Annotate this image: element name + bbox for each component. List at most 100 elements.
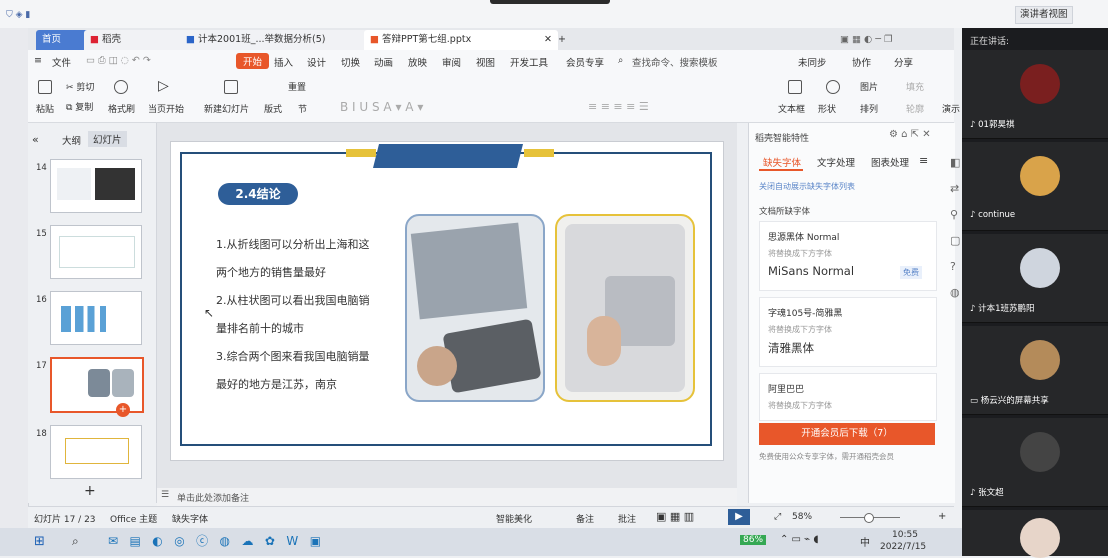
menu-icon[interactable]: ≡ xyxy=(34,55,42,66)
download-button[interactable]: 开通会员后下载（7） xyxy=(759,423,935,445)
menu-developer[interactable]: 开发工具 xyxy=(510,55,548,69)
ime-indicator[interactable]: 中 xyxy=(860,534,870,549)
slide-thumbnail[interactable] xyxy=(50,291,142,345)
participant-tile[interactable]: ▭ 杨云兴的屏幕共享 xyxy=(962,326,1108,415)
format-painter-button[interactable]: 格式刷 xyxy=(108,102,135,115)
command-search[interactable]: 查找命令、搜索模板 xyxy=(632,55,718,69)
avatar xyxy=(1020,340,1060,380)
comments-toggle[interactable]: 批注 xyxy=(618,512,636,525)
participant-tile[interactable] xyxy=(962,510,1108,558)
arrange-button[interactable]: 排列 xyxy=(860,102,878,115)
add-slide-button[interactable]: + xyxy=(84,483,96,499)
tab-text-processing[interactable]: 文字处理 xyxy=(817,155,855,169)
close-icon[interactable]: ✕ xyxy=(544,30,552,50)
reset-button[interactable]: 重置 xyxy=(288,80,306,93)
font-card[interactable]: 字魂105号-简雅黑 将替换成下方字体 清雅黑体 xyxy=(759,297,937,367)
copy-button[interactable]: ⧉ 复制 xyxy=(66,100,93,113)
participant-tile[interactable]: ♪ 计本1班苏鹏阳 xyxy=(962,234,1108,323)
textbox-button[interactable]: 文本框 xyxy=(778,102,805,115)
notes-toggle[interactable]: 备注 xyxy=(576,512,594,525)
text-format-icons[interactable]: B I U S A ▾ A ▾ xyxy=(340,100,423,114)
present-button[interactable]: 演示 xyxy=(942,102,960,115)
tray-icons[interactable]: ⌃ ▭ ⌁ ◖ xyxy=(780,534,819,545)
clock-date[interactable]: 2022/7/15 xyxy=(880,542,926,552)
new-slide-icon[interactable] xyxy=(224,80,238,94)
side-tool-icons[interactable]: ◧ ⇄ ⚲ ▢? ◍ xyxy=(950,150,960,306)
window-controls[interactable]: ▣ ▦ ◐ ─ ❐ xyxy=(834,30,956,50)
zoom-slider-thumb[interactable] xyxy=(864,513,874,523)
panel-controls-icon[interactable]: ⚙ ⌂ ⇱ ✕ xyxy=(889,129,931,140)
participant-tile[interactable]: ♪ 01郭昊祺 xyxy=(962,50,1108,139)
fit-icon[interactable]: ⤢ xyxy=(774,512,781,522)
missing-font-status[interactable]: 缺失字体 xyxy=(172,512,208,525)
fill-button[interactable]: 填充 xyxy=(906,80,924,93)
presenter-view-button[interactable]: 演讲者视图 xyxy=(1015,6,1073,24)
menu-view[interactable]: 视图 xyxy=(476,55,495,69)
play-icon[interactable]: ▶ xyxy=(728,509,750,525)
participant-tile[interactable]: ♪ continue xyxy=(962,142,1108,231)
tablet-photo[interactable] xyxy=(555,214,695,402)
section-button[interactable]: 节 xyxy=(298,102,307,115)
participant-tile[interactable]: ♪ 张文超 xyxy=(962,418,1108,507)
shape-button[interactable]: 形状 xyxy=(818,102,836,115)
menu-insert[interactable]: 插入 xyxy=(274,55,293,69)
collapse-icon[interactable]: « xyxy=(32,133,39,146)
slide-number: 18 xyxy=(36,429,47,439)
battery-indicator[interactable]: 86% xyxy=(740,535,767,545)
paragraph-icons[interactable]: ≡ ≡ ≡ ≡ ☰ xyxy=(588,100,649,113)
font-card[interactable]: 阿里巴巴 将替换成下方字体 xyxy=(759,373,937,421)
auto-show-toggle[interactable]: 关闭自动展示缺失字体列表 xyxy=(759,181,855,192)
tab-data-analysis[interactable]: ■ 计本2001班_...举数据分析(5) xyxy=(180,30,368,50)
share-button[interactable]: 分享 xyxy=(894,55,913,69)
play-from-current-button[interactable]: 当页开始 xyxy=(148,102,184,115)
menu-slideshow[interactable]: 放映 xyxy=(408,55,427,69)
free-badge[interactable]: 免费 xyxy=(900,266,922,279)
tab-chart-processing[interactable]: 图表处理 xyxy=(871,155,909,169)
slide-thumbnail[interactable] xyxy=(50,225,142,279)
zoom-in-icon[interactable]: + xyxy=(938,511,946,522)
new-tab-button[interactable]: + xyxy=(552,30,576,50)
paste-icon[interactable] xyxy=(38,80,52,94)
quick-access-icons[interactable]: ▭ ⎙ ◫ ◌ ↶ ↷ xyxy=(86,55,151,66)
menu-review[interactable]: 审阅 xyxy=(442,55,461,69)
shape-icon[interactable] xyxy=(826,80,840,94)
play-icon[interactable]: ▷ xyxy=(158,78,169,94)
laptop-photo[interactable] xyxy=(405,214,545,402)
more-icon[interactable]: ≡ xyxy=(919,154,928,167)
start-icon[interactable]: ⊞ xyxy=(34,534,45,549)
view-mode-icons[interactable]: ▣ ▦ ▥ xyxy=(656,510,694,523)
tab-missing-fonts[interactable]: 缺失字体 xyxy=(763,155,801,169)
picture-button[interactable]: 图片 xyxy=(860,80,878,93)
menu-animation[interactable]: 动画 xyxy=(374,55,393,69)
textbox-icon[interactable] xyxy=(788,80,802,94)
font-card[interactable]: 思源黑体 Normal 将替换成下方字体 MiSans Normal 免费 xyxy=(759,221,937,291)
slide-thumbnail-selected[interactable]: + xyxy=(50,357,144,417)
slide-thumbnail[interactable] xyxy=(50,159,142,213)
unsynced-status[interactable]: 未同步 xyxy=(798,55,827,69)
status-bar: 幻灯片 17 / 23 Office 主题 缺失字体 智能美化 备注 批注 ▣ … xyxy=(28,506,954,529)
search-icon[interactable]: ⌕ xyxy=(72,534,79,549)
notes-area[interactable]: ☰ 单击此处添加备注 xyxy=(157,488,737,506)
paste-button[interactable]: 粘贴 xyxy=(36,102,54,115)
add-icon[interactable]: + xyxy=(116,403,130,417)
menu-transition[interactable]: 切换 xyxy=(341,55,360,69)
new-slide-button[interactable]: 新建幻灯片 xyxy=(204,102,249,115)
layout-button[interactable]: 版式 xyxy=(264,102,282,115)
tab-slides[interactable]: 幻灯片 xyxy=(88,131,127,147)
collab-button[interactable]: 协作 xyxy=(852,55,871,69)
format-painter-icon[interactable] xyxy=(114,80,128,94)
tab-docer[interactable]: ■ 稻壳 xyxy=(84,30,186,50)
zoom-level[interactable]: 58% xyxy=(792,512,812,522)
tab-pptx[interactable]: ■ 答辩PPT第七组.pptx ✕ xyxy=(364,30,558,50)
taskbar-app-icons[interactable]: ✉ ▤ ◐ ◎ ⓒ ◍ ☁ ✿ W ▣ xyxy=(108,533,321,549)
cut-button[interactable]: ✂ 剪切 xyxy=(66,80,94,93)
slide-thumbnail[interactable] xyxy=(50,425,142,479)
beautify-button[interactable]: 智能美化 xyxy=(496,512,532,525)
menu-home[interactable]: 开始 xyxy=(236,53,270,69)
outline-button[interactable]: 轮廓 xyxy=(906,102,924,115)
tab-outline[interactable]: 大纲 xyxy=(62,133,81,147)
menu-file[interactable]: 文件 xyxy=(52,55,71,69)
menu-design[interactable]: 设计 xyxy=(307,55,326,69)
clock-time[interactable]: 10:55 xyxy=(892,530,918,540)
menu-member[interactable]: 会员专享 xyxy=(566,55,604,69)
